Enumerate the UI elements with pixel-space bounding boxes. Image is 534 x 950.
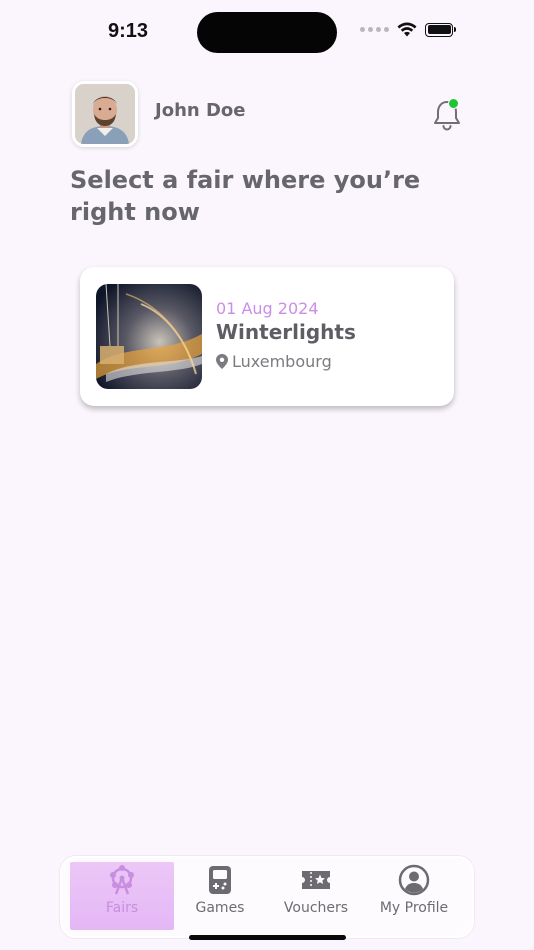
- fair-photo-icon: [96, 284, 202, 389]
- tab-games-label: Games: [195, 900, 245, 916]
- fair-name: Winterlights: [216, 320, 356, 344]
- tab-games[interactable]: Games: [168, 862, 272, 930]
- tab-vouchers[interactable]: Vouchers: [264, 862, 368, 930]
- fair-thumbnail: [96, 284, 202, 389]
- bottom-nav: Fairs Games Vouchers My Profile: [60, 856, 474, 938]
- ticket-icon: [302, 871, 330, 889]
- tab-my-profile-label: My Profile: [379, 900, 449, 916]
- dynamic-island: [197, 12, 337, 53]
- fair-date: 01 Aug 2024: [216, 299, 319, 318]
- signal-dots-icon: [360, 27, 389, 32]
- status-icons: [360, 22, 456, 37]
- profile-icon: [398, 864, 430, 896]
- avatar[interactable]: [72, 81, 138, 147]
- wifi-icon: [397, 22, 417, 37]
- game-console-icon: [209, 866, 231, 894]
- page-title: Select a fair where you’re right now: [70, 166, 421, 226]
- fair-location-label: Luxembourg: [232, 352, 332, 371]
- notification-dot: [448, 98, 459, 109]
- fair-card[interactable]: 01 Aug 2024 Winterlights Luxembourg: [80, 267, 454, 406]
- location-pin-icon: [216, 354, 228, 369]
- battery-icon: [425, 22, 456, 37]
- tab-fairs[interactable]: Fairs: [70, 862, 174, 930]
- status-time: 9:13: [108, 20, 149, 42]
- fair-location: Luxembourg: [216, 352, 332, 371]
- home-indicator: [189, 935, 346, 940]
- tab-fairs-label: Fairs: [105, 900, 139, 916]
- tab-my-profile[interactable]: My Profile: [362, 862, 466, 930]
- ferris-wheel-icon: [110, 865, 134, 895]
- user-photo-icon: [75, 84, 135, 144]
- user-name[interactable]: John Doe: [155, 100, 245, 121]
- tab-vouchers-label: Vouchers: [283, 900, 349, 916]
